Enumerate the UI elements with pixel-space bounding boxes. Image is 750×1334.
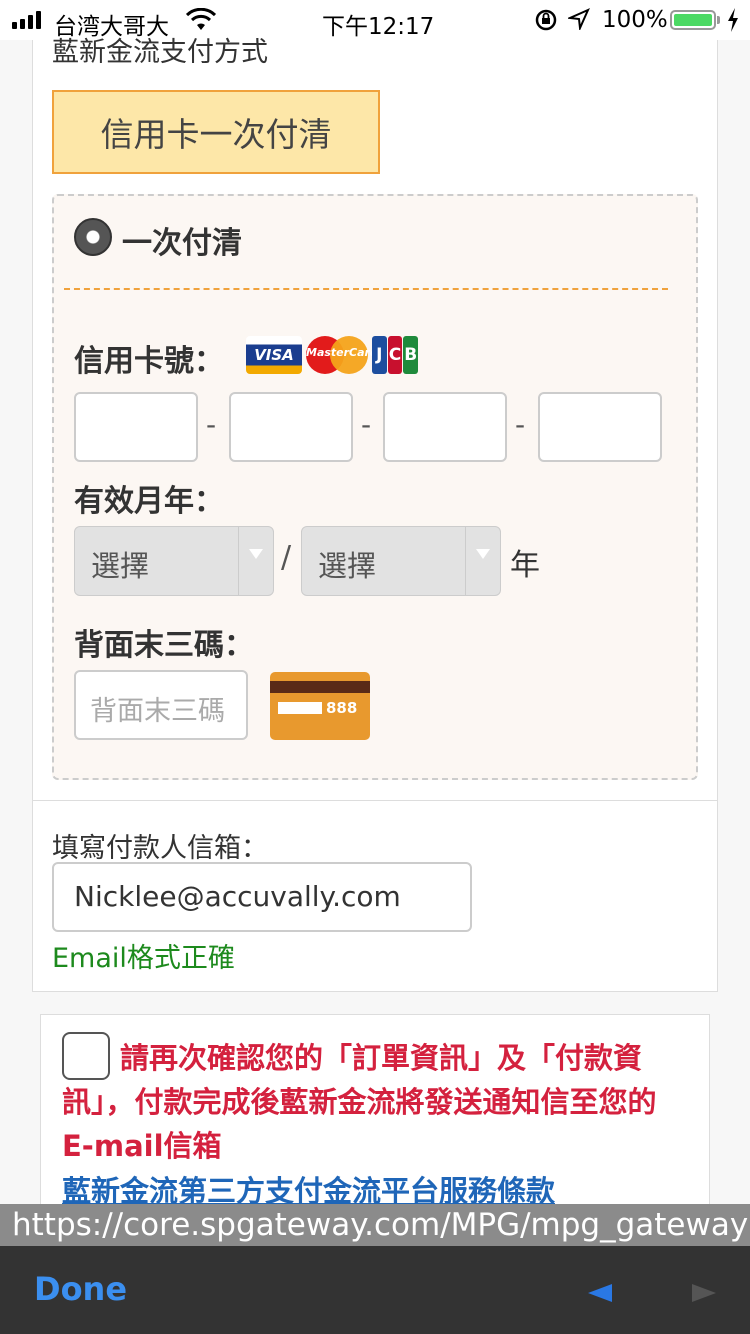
card-number-separator: - [515, 408, 526, 441]
clock: 下午12:17 [322, 14, 435, 40]
confirmation-text: 請再次確認您的「訂單資訊」及「付款資訊」，付款完成後藍新金流將發送通知信至您的E… [62, 1041, 657, 1163]
expiry-month-value: 選擇 [91, 549, 150, 583]
expiry-month-select[interactable]: 選擇 [74, 526, 274, 596]
card-number-field-1[interactable] [74, 392, 198, 462]
signal-icon [12, 11, 41, 29]
divider [64, 288, 668, 290]
battery-percentage: 100% [602, 7, 668, 33]
full-payment-radio[interactable] [74, 218, 112, 256]
chevron-down-icon [249, 549, 263, 559]
email-label: 填寫付款人信箱： [52, 833, 268, 864]
card-back-cvv-icon: 888 [270, 672, 370, 740]
expiry-label: 有效月年： [74, 484, 224, 519]
email-valid-message: Email格式正確 [52, 943, 235, 974]
card-number-separator: - [361, 408, 372, 441]
year-suffix: 年 [510, 548, 540, 583]
chevron-down-icon [476, 549, 490, 559]
back-arrow-icon[interactable] [588, 1284, 612, 1302]
email-field[interactable]: Nicklee@accuvally.com [52, 862, 472, 932]
card-number-field-4[interactable] [538, 392, 662, 462]
card-number-field-2[interactable] [229, 392, 353, 462]
rotation-lock-icon [534, 8, 558, 38]
jcb-logo: JCB [372, 336, 419, 374]
cvv-input[interactable]: 背面末三碼 [74, 670, 248, 740]
battery-icon [670, 10, 716, 30]
url-bar: https://core.spgateway.com/MPG/mpg_gatew… [0, 1204, 750, 1246]
mastercard-logo: MasterCard [306, 336, 378, 374]
expiry-year-value: 選擇 [318, 549, 377, 583]
full-payment-label: 一次付清 [122, 226, 242, 261]
cvv-label: 背面末三碼： [74, 628, 254, 663]
card-number-field-3[interactable] [383, 392, 507, 462]
done-button[interactable]: Done [34, 1270, 127, 1308]
section-divider [32, 800, 718, 801]
visa-logo: VISA [246, 336, 302, 374]
credit-card-full-payment-tab[interactable]: 信用卡一次付清 [52, 90, 380, 174]
location-icon [566, 8, 590, 36]
expiry-slash: / [281, 540, 292, 575]
forward-arrow-icon[interactable] [692, 1284, 716, 1302]
charging-icon [726, 7, 740, 39]
card-number-separator: - [206, 408, 217, 441]
expiry-year-select[interactable]: 選擇 [301, 526, 501, 596]
card-number-label: 信用卡號： [74, 344, 224, 379]
section-title: 藍新金流支付方式 [52, 37, 268, 68]
battery-cap [717, 16, 720, 24]
